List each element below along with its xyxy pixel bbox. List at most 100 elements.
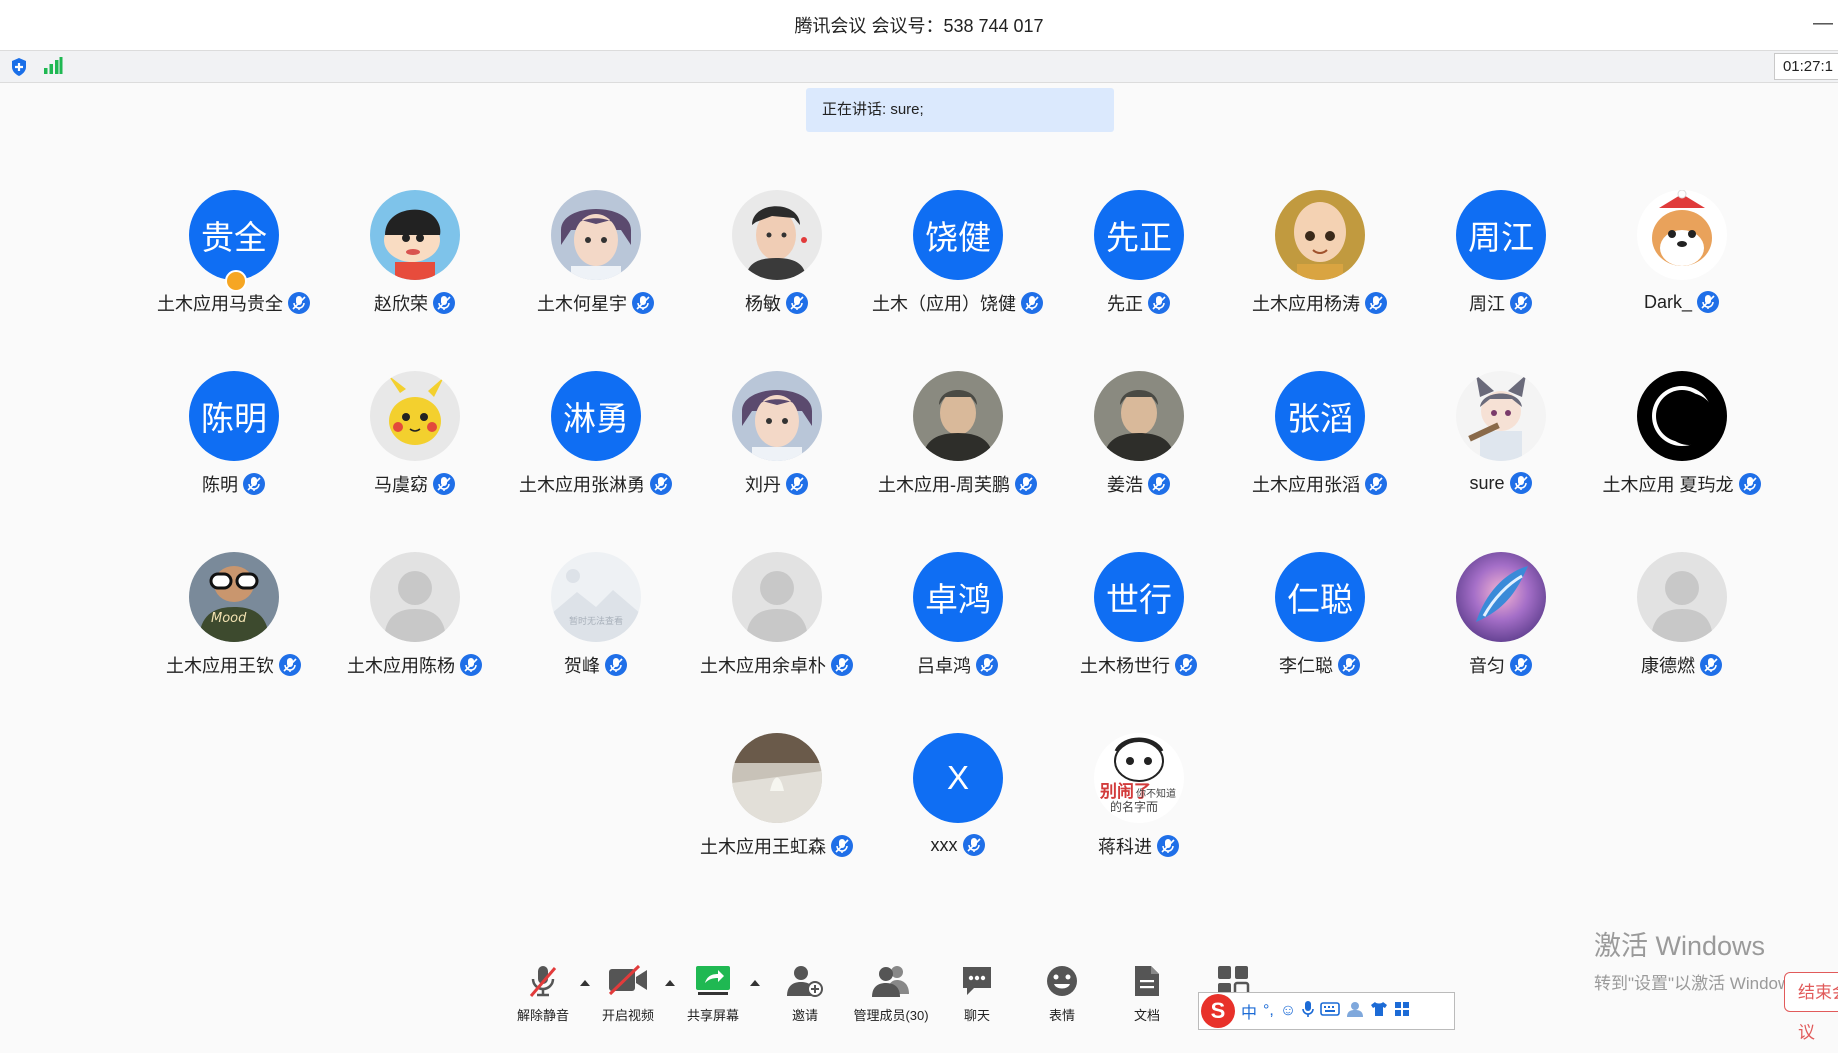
participant-tile[interactable]: 土木应用余卓朴 — [677, 552, 877, 712]
microphone-muted-icon — [287, 291, 311, 315]
shield-icon[interactable] — [10, 57, 28, 82]
mood-kid-avatar: Mood — [189, 552, 279, 642]
avatar: 贵全 — [189, 190, 279, 280]
keyboard-icon[interactable] — [1320, 1001, 1341, 1021]
avatar: 周江 — [1456, 190, 1546, 280]
participant-tile[interactable]: Xxxx — [858, 733, 1058, 893]
ime-mode-toggle[interactable]: 中 — [1241, 999, 1257, 1023]
emoji-icon[interactable]: ☺ — [1280, 1002, 1296, 1020]
participant-name-row: 蒋科进 — [1039, 833, 1239, 859]
participant-tile[interactable]: 淋勇 土木应用张淋勇 — [496, 371, 696, 531]
grid-icon[interactable] — [1394, 1001, 1410, 1022]
anime-boy-avatar — [551, 190, 641, 280]
participant-name: xxx — [930, 834, 958, 855]
members-icon — [871, 964, 911, 1003]
documents-button[interactable]: 文档 — [1104, 958, 1190, 1032]
sogou-logo-icon[interactable]: S — [1201, 994, 1235, 1028]
avatar: 卓鸿 — [913, 552, 1003, 642]
microphone-muted-icon — [649, 472, 673, 496]
participant-name: 陈明 — [202, 475, 238, 495]
meme-avatar: 别闹了 你不知道 的名字而 — [1094, 733, 1184, 823]
avatar: 仁聪 — [1275, 552, 1365, 642]
participant-tile[interactable]: 张滔 土木应用张滔 — [1220, 371, 1420, 531]
participant-tile[interactable]: 仁聪李仁聪 — [1220, 552, 1420, 712]
participant-tile[interactable]: 土木应用 夏玙龙 — [1582, 371, 1782, 531]
microphone-muted-icon — [830, 834, 854, 858]
microphone-muted-icon — [242, 472, 266, 496]
participant-name-row: 土木应用陈杨 — [315, 652, 515, 678]
mic-icon[interactable] — [1302, 1000, 1315, 1023]
participant-name: 康德燃 — [1641, 656, 1695, 676]
participant-tile[interactable]: 土木应用陈杨 — [315, 552, 515, 712]
participant-name-row: 周江 — [1401, 290, 1601, 316]
avatar: 饶健 — [913, 190, 1003, 280]
user-icon[interactable] — [1346, 1001, 1364, 1022]
participant-tile[interactable]: 马虞窈 — [315, 371, 515, 531]
network-signal-icon[interactable] — [43, 57, 63, 80]
participant-tile[interactable]: 杨敏 — [677, 190, 877, 350]
participant-name: 贺峰 — [564, 656, 600, 676]
participant-tile[interactable]: Mood 土木应用王钦 — [134, 552, 334, 712]
participant-tile[interactable]: 暂时无法查看 贺峰 — [496, 552, 696, 712]
participant-name: 土木何星宇 — [537, 294, 627, 314]
microphone-muted-icon — [527, 964, 559, 1005]
shirt-icon[interactable] — [1370, 1001, 1388, 1022]
participant-tile[interactable]: 周江 周江 — [1401, 190, 1601, 350]
participant-name-row: Dark_ — [1582, 290, 1782, 314]
participant-tile[interactable]: 饶健 土木（应用）饶健 — [858, 190, 1058, 350]
microphone-muted-icon — [631, 291, 655, 315]
default-person-avatar — [1637, 552, 1727, 642]
minimize-button[interactable]: — — [1808, 12, 1838, 34]
participant-tile[interactable]: 土木应用王虹森 — [677, 733, 877, 893]
participant-name: 土木应用张滔 — [1252, 475, 1360, 495]
microphone-muted-icon — [1509, 291, 1533, 315]
participant-name: 土木杨世行 — [1080, 656, 1170, 676]
photo-man-avatar — [1094, 371, 1184, 461]
participant-name-row: 土木应用余卓朴 — [677, 652, 877, 678]
participant-tile[interactable]: 世行 土木杨世行 — [1039, 552, 1239, 712]
ime-punctuation-toggle[interactable]: °, — [1263, 1002, 1274, 1020]
participant-name: 马虞窈 — [374, 475, 428, 495]
participant-name-row: 土木应用 夏玙龙 — [1582, 471, 1782, 497]
participant-name-row: 康德燃 — [1582, 652, 1782, 678]
participant-tile[interactable]: 康德燃 — [1582, 552, 1782, 712]
share-options-caret-icon[interactable] — [748, 976, 762, 990]
participant-tile[interactable]: 姜浩 — [1039, 371, 1239, 531]
participant-tile[interactable]: 刘丹 — [677, 371, 877, 531]
smiley-icon — [1045, 964, 1079, 1003]
microphone-muted-icon — [1738, 472, 1762, 496]
participant-name: 李仁聪 — [1279, 656, 1333, 676]
avatar: 先正 — [1094, 190, 1184, 280]
participant-tile[interactable]: 先正 先正 — [1039, 190, 1239, 350]
microphone-muted-icon — [785, 472, 809, 496]
avatar-caption: 的名字而 — [1110, 799, 1158, 814]
participant-tile[interactable]: 陈明 陈明 — [134, 371, 334, 531]
microphone-muted-icon — [432, 472, 456, 496]
watermark-line-2: 转到"设置"以激活 Windows。 — [1594, 974, 1816, 993]
participant-tile[interactable]: 音匀 — [1401, 552, 1601, 712]
participant-name-row: 土木应用马贵全 — [134, 290, 334, 316]
pikachu-avatar — [370, 371, 460, 461]
participant-tile[interactable]: sure — [1401, 371, 1601, 531]
participant-name-row: 土木应用张滔 — [1220, 471, 1420, 497]
participant-name: 蒋科进 — [1098, 837, 1152, 857]
avatar: X — [913, 733, 1003, 823]
end-meeting-button[interactable]: 结束会议 — [1784, 972, 1838, 1042]
default-person-avatar — [370, 552, 460, 642]
participant-tile[interactable]: 土木应用杨涛 — [1220, 190, 1420, 350]
participant-name-row: 姜浩 — [1039, 471, 1239, 497]
participant-name-row: 土木杨世行 — [1039, 652, 1239, 678]
participant-name: 土木应用王虹森 — [700, 837, 826, 857]
window-title: 腾讯会议 会议号：538 744 017 — [794, 16, 1044, 36]
participant-tile[interactable]: Dark_ — [1582, 190, 1782, 350]
eclipse-avatar — [1637, 371, 1727, 461]
microphone-muted-icon — [278, 653, 302, 677]
watermark-line-1: 激活 Windows — [1594, 931, 1766, 961]
participant-tile[interactable]: 土木应用-周芙鹏 — [858, 371, 1058, 531]
participant-tile[interactable]: 别闹了 你不知道 的名字而蒋科进 — [1039, 733, 1239, 893]
participant-tile[interactable]: 贵全 土木应用马贵全 — [134, 190, 334, 350]
participant-tile[interactable]: 土木何星宇 — [496, 190, 696, 350]
participant-tile[interactable]: 卓鸿 吕卓鸿 — [858, 552, 1058, 712]
share-screen-icon — [694, 964, 732, 1003]
participant-tile[interactable]: 赵欣荣 — [315, 190, 515, 350]
